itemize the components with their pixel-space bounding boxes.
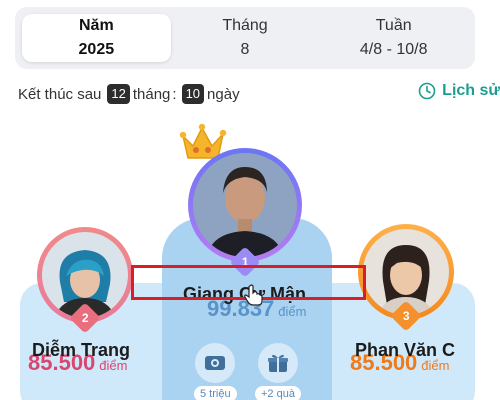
leader-name-rank-3[interactable]: Phan Văn C [355,340,455,361]
prize-money[interactable]: 5 triệu [194,343,237,400]
leader-name-rank-2[interactable]: Diễm Trang [32,340,130,361]
avatar-image [193,153,297,257]
tab-week-label: Tuần [375,17,412,34]
countdown: Kết thúc sau 12 tháng : 10 ngày [18,84,240,104]
prize-gift[interactable]: +2 quà [255,343,301,400]
tab-week-value: 4/8 - 10/8 [359,41,428,58]
tab-month-value: 8 [240,41,250,58]
rank-number: 2 [81,311,89,325]
countdown-months-label: tháng [132,85,171,103]
tab-month-label: Tháng [222,17,268,34]
history-label: Lịch sử [442,82,500,99]
countdown-months: 12 [107,84,130,104]
tab-month[interactable]: Tháng 8 [171,14,320,62]
tab-year-label: Năm [78,17,114,34]
money-icon [205,356,226,370]
avatar-rank-1[interactable] [188,148,302,262]
prize-icon-circle [257,343,298,383]
period-tabs: Năm 2025 Tháng 8 Tuần 4/8 - 10/8 [15,7,475,69]
countdown-separator: : [172,85,177,103]
history-link[interactable]: Lịch sử [418,82,500,100]
score-unit: điểm [278,304,307,319]
clock-icon [418,82,436,100]
prize-icon-circle [195,343,236,383]
rank-number: 3 [402,309,410,323]
hand-cursor-icon [244,284,263,306]
countdown-prefix: Kết thúc sau [18,85,102,103]
tab-week[interactable]: Tuần 4/8 - 10/8 [319,14,468,62]
countdown-days: 10 [181,84,205,104]
prize-label: +2 quà [255,386,301,400]
tab-year-value: 2025 [78,41,115,58]
prize-label: 5 triệu [194,386,237,400]
gift-icon [267,354,288,372]
countdown-days-label: ngày [207,85,240,103]
tab-year[interactable]: Năm 2025 [22,14,171,62]
